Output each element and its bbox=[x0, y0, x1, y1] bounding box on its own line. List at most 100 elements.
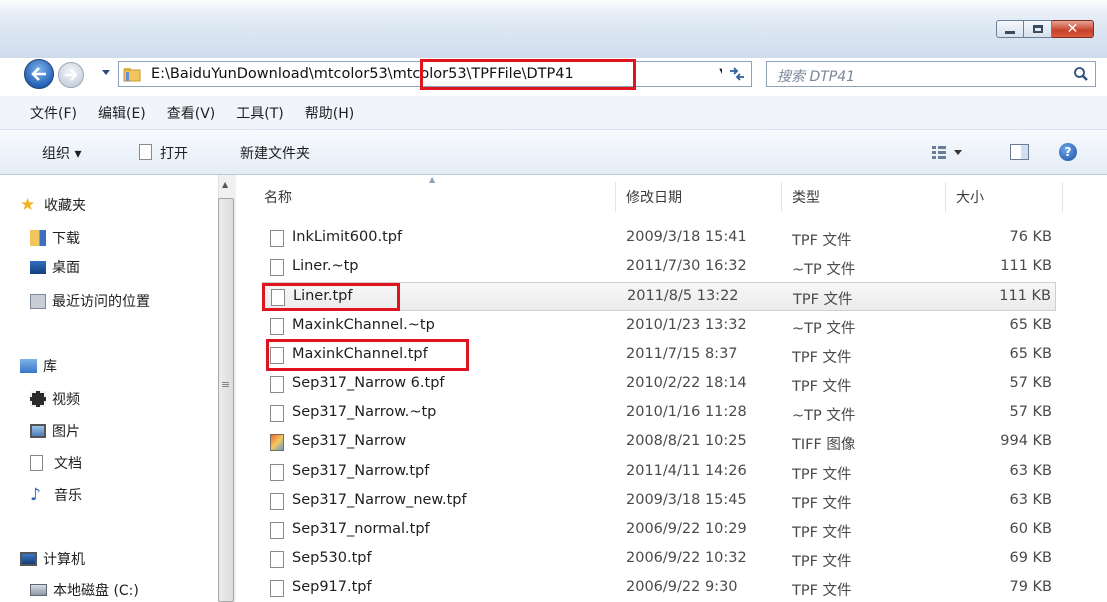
menu-help[interactable]: 帮助(H) bbox=[305, 103, 354, 123]
refresh-icon bbox=[729, 67, 744, 81]
search-input[interactable]: 搜索 DTP41 bbox=[766, 61, 1096, 87]
highlight-box-path bbox=[420, 59, 636, 90]
file-size: 60 KB bbox=[1009, 521, 1052, 537]
file-date: 2011/4/11 14:26 bbox=[626, 462, 747, 479]
file-type: TIFF 图像 bbox=[792, 437, 856, 454]
menu-bar: 文件(F) 编辑(E) 查看(V) 工具(T) 帮助(H) bbox=[0, 96, 1107, 130]
nav-local-disk[interactable]: 本地磁盘 (C:) bbox=[30, 580, 139, 600]
file-type: TPF 文件 bbox=[792, 495, 852, 512]
file-size: 111 KB bbox=[1000, 258, 1052, 275]
file-date: 2011/7/30 16:32 bbox=[626, 258, 747, 275]
view-options-icon[interactable] bbox=[932, 145, 966, 159]
search-icon[interactable] bbox=[1073, 66, 1089, 82]
nav-scroll-grip-icon: ≡ bbox=[221, 378, 231, 391]
nav-recent[interactable]: 最近访问的位置 bbox=[30, 291, 150, 311]
file-row[interactable]: Sep530.tpf 2006/9/22 10:32 TPF 文件 69 KB bbox=[262, 545, 1056, 574]
nav-downloads[interactable]: 下载 bbox=[30, 228, 80, 248]
forward-button[interactable] bbox=[58, 62, 84, 88]
close-button[interactable]: ✕ bbox=[1052, 20, 1094, 38]
nav-scroll-up-icon[interactable]: ▲ bbox=[222, 180, 228, 189]
hard-disk-icon bbox=[30, 584, 47, 596]
nav-scrollbar-thumb[interactable] bbox=[218, 198, 234, 602]
file-type: TPF 文件 bbox=[792, 349, 852, 366]
file-name: Sep317_normal.tpf bbox=[292, 521, 430, 537]
nav-computer-label: 计算机 bbox=[43, 552, 85, 568]
refresh-button[interactable] bbox=[722, 61, 752, 87]
column-date[interactable]: 修改日期 bbox=[626, 187, 682, 207]
maximize-icon bbox=[1032, 25, 1043, 33]
file-size: 79 KB bbox=[1009, 579, 1052, 596]
preview-pane-icon[interactable] bbox=[1010, 144, 1029, 160]
file-name: InkLimit600.tpf bbox=[292, 229, 403, 245]
file-name: Sep317_Narrow.~tp bbox=[292, 404, 437, 421]
documents-icon bbox=[30, 455, 43, 471]
file-size: 76 KB bbox=[1009, 229, 1052, 245]
organize-button[interactable]: 组织 ▾ bbox=[42, 143, 81, 163]
column-size[interactable]: 大小 bbox=[956, 187, 984, 207]
back-arrow-icon bbox=[31, 67, 46, 81]
menu-file[interactable]: 文件(F) bbox=[30, 103, 77, 123]
file-name: Sep317_Narrow bbox=[292, 433, 407, 450]
file-type: ~TP 文件 bbox=[792, 262, 856, 279]
new-folder-button[interactable]: 新建文件夹 bbox=[240, 143, 310, 163]
menu-tools[interactable]: 工具(T) bbox=[236, 103, 283, 123]
recent-pages-dropdown[interactable] bbox=[99, 66, 113, 80]
column-divider[interactable] bbox=[781, 182, 782, 212]
nav-music[interactable]: ♪ 音乐 bbox=[30, 485, 82, 505]
nav-desktop[interactable]: 桌面 bbox=[30, 257, 80, 277]
file-name: Sep317_Narrow.tpf bbox=[292, 462, 430, 479]
file-row[interactable]: Sep317_normal.tpf 2006/9/22 10:29 TPF 文件 60… bbox=[262, 516, 1056, 545]
back-button[interactable] bbox=[24, 59, 54, 89]
file-icon bbox=[270, 405, 284, 423]
maximize-button[interactable] bbox=[1024, 20, 1052, 38]
nav-music-label: 音乐 bbox=[54, 488, 82, 504]
folder-icon bbox=[123, 68, 141, 82]
file-name: Sep530.tpf bbox=[292, 550, 372, 567]
nav-libraries[interactable]: 库 bbox=[20, 356, 57, 376]
nav-libraries-label: 库 bbox=[43, 359, 57, 375]
file-row[interactable]: Sep317_Narrow_new.tpf 2009/3/18 15:45 TPF … bbox=[262, 487, 1056, 516]
menu-view[interactable]: 查看(V) bbox=[167, 103, 216, 123]
nav-computer[interactable]: 计算机 bbox=[20, 549, 85, 569]
nav-local-disk-label: 本地磁盘 (C:) bbox=[53, 583, 139, 599]
file-size: 65 KB bbox=[1009, 345, 1052, 362]
minimize-button[interactable] bbox=[996, 20, 1024, 38]
menu-edit[interactable]: 编辑(E) bbox=[98, 103, 146, 123]
open-file-icon bbox=[139, 144, 152, 160]
column-type[interactable]: 类型 bbox=[792, 187, 820, 207]
file-row[interactable]: Liner.~tp 2011/7/30 16:32 ~TP 文件 111 KB bbox=[262, 253, 1056, 282]
minimize-icon bbox=[1005, 30, 1015, 34]
file-row[interactable]: MaxinkChannel.~tp 2010/1/23 13:32 ~TP 文件 65… bbox=[262, 312, 1056, 341]
column-divider[interactable] bbox=[615, 182, 616, 212]
file-row[interactable]: InkLimit600.tpf 2009/3/18 15:41 TPF 文件 76 K… bbox=[262, 224, 1056, 253]
file-row[interactable]: Sep317_Narrow.~tp 2010/1/16 11:28 ~TP 文件 57… bbox=[262, 399, 1056, 428]
file-row[interactable]: Sep317_Narrow.tpf 2011/4/11 14:26 TPF 文件 63… bbox=[262, 458, 1056, 487]
nav-documents[interactable]: 文档 bbox=[30, 453, 82, 473]
chevron-down-icon bbox=[102, 70, 110, 75]
pictures-icon bbox=[30, 424, 46, 438]
nav-favorites[interactable]: ★ 收藏夹 bbox=[20, 195, 86, 215]
file-size: 63 KB bbox=[1009, 462, 1052, 479]
file-icon bbox=[270, 580, 284, 598]
title-bar-top bbox=[0, 0, 1107, 10]
file-icon bbox=[270, 463, 284, 481]
file-icon bbox=[270, 317, 284, 335]
column-divider[interactable] bbox=[945, 182, 946, 212]
file-type: TPF 文件 bbox=[792, 583, 852, 600]
nav-pictures[interactable]: 图片 bbox=[30, 421, 80, 441]
file-row[interactable]: Sep317_Narrow 6.tpf 2010/2/22 18:14 TPF 文件… bbox=[262, 370, 1056, 399]
file-row[interactable]: Sep917.tpf 2006/9/22 9:30 TPF 文件 79 KB bbox=[262, 574, 1056, 602]
image-file-icon bbox=[270, 434, 284, 452]
computer-icon bbox=[20, 552, 37, 566]
column-name[interactable]: 名称 bbox=[264, 187, 292, 207]
file-row[interactable]: Sep317_Narrow 2008/8/21 10:25 TIFF 图像 994 K… bbox=[262, 428, 1056, 457]
nav-pictures-label: 图片 bbox=[52, 424, 80, 440]
file-date: 2009/3/18 15:41 bbox=[626, 229, 747, 245]
help-icon[interactable]: ? bbox=[1059, 143, 1077, 161]
column-divider[interactable] bbox=[1062, 182, 1063, 212]
file-type: ~TP 文件 bbox=[792, 408, 856, 425]
music-note-icon: ♪ bbox=[30, 485, 41, 505]
desktop-icon bbox=[30, 260, 46, 274]
open-button[interactable]: 打开 bbox=[160, 143, 188, 163]
nav-videos[interactable]: 视频 bbox=[30, 389, 80, 409]
